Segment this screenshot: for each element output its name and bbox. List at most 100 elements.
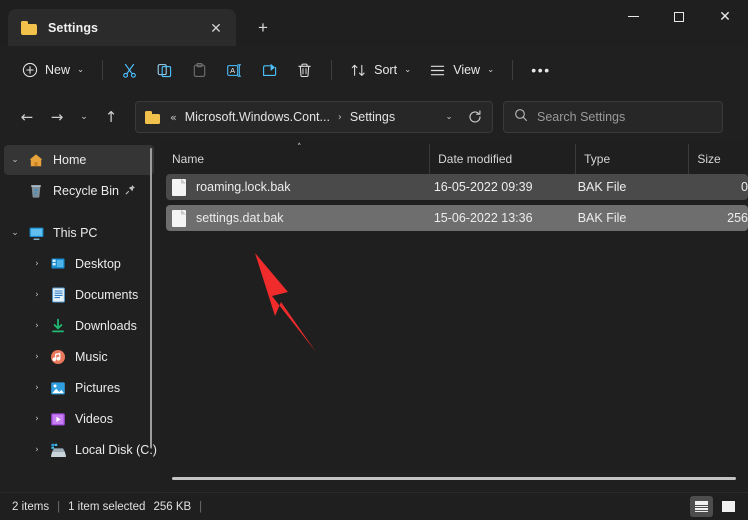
rename-button[interactable]: A [217,54,252,86]
address-dropdown-icon[interactable]: ⌄ [436,104,462,130]
status-bar: 2 items | 1 item selected 256 KB | [0,492,748,520]
window-controls: ✕ [610,0,748,33]
search-input[interactable]: Search Settings [537,110,625,124]
sidebar-scrollbar[interactable] [150,148,152,448]
address-bar-actions: ⌄ [436,104,488,130]
column-header-date-modified[interactable]: Date modified [429,144,575,174]
details-view-button[interactable] [690,496,713,517]
sort-label: Sort [374,63,397,77]
view-icon [429,62,446,79]
tab-settings[interactable]: Settings ✕ [8,9,236,46]
sidebar-item-videos[interactable]: › Videos [4,404,154,434]
details-view-icon [695,501,708,512]
share-button[interactable] [252,54,287,86]
close-window-button[interactable]: ✕ [702,0,748,33]
explorer-body: ⌄ Home Recycle Bin ⌄ T [0,140,748,492]
back-button[interactable]: ← [12,102,42,132]
breadcrumb-item-settings[interactable]: Settings [348,107,397,127]
desktop-icon [48,256,68,272]
chevron-right-icon[interactable]: › [26,445,48,455]
forward-button[interactable]: → [42,102,72,132]
breadcrumb-overflow-icon[interactable]: « [168,111,183,124]
downloads-icon [48,318,68,334]
status-separator-2: | [199,501,202,513]
sidebar-item-local-disk-c[interactable]: › Local Disk (C:) [4,435,154,465]
minimize-button[interactable] [610,0,656,33]
chevron-down-icon[interactable]: ⌄ [4,228,26,238]
new-button[interactable]: New ⌄ [12,54,93,86]
sidebar-item-documents[interactable]: › Documents [4,280,154,310]
table-row[interactable]: roaming.lock.bak 16-05-2022 09:39 BAK Fi… [166,174,748,200]
column-header-type[interactable]: Type [575,144,688,174]
sort-button[interactable]: Sort ⌄ [341,54,420,86]
music-icon [48,349,68,365]
large-icons-view-button[interactable] [717,496,740,517]
copy-button[interactable] [147,54,182,86]
chevron-right-icon[interactable]: › [26,259,48,269]
breadcrumb-bar[interactable]: « Microsoft.Windows.Cont... › Settings ⌄ [135,101,493,133]
file-type: BAK File [578,211,690,225]
sidebar-label: Local Disk (C:) [75,443,157,457]
search-icon [514,108,528,127]
chevron-right-icon[interactable]: › [26,383,48,393]
breadcrumb-separator-icon: › [332,112,348,123]
up-button[interactable]: ↑ [96,102,126,132]
chevron-down-icon: ⌄ [404,65,411,75]
sidebar-item-desktop[interactable]: › Desktop [4,249,154,279]
refresh-icon[interactable] [462,104,488,130]
file-name: roaming.lock.bak [196,180,434,194]
local-disk-icon [48,442,68,458]
chevron-right-icon[interactable]: › [26,352,48,362]
sidebar-item-pictures[interactable]: › Pictures [4,373,154,403]
file-explorer-window: Settings ✕ + ✕ New ⌄ [0,0,748,520]
cut-button[interactable] [112,54,147,86]
paste-button[interactable] [182,54,217,86]
trash-icon [296,62,313,79]
chevron-right-icon[interactable]: › [26,414,48,424]
close-tab-icon[interactable]: ✕ [202,15,230,41]
navigation-pane: ⌄ Home Recycle Bin ⌄ T [0,140,160,492]
svg-text:A: A [230,66,235,75]
delete-button[interactable] [287,54,322,86]
horizontal-scrollbar[interactable] [172,477,736,480]
view-button[interactable]: View ⌄ [420,54,503,86]
sidebar-item-music[interactable]: › Music [4,342,154,372]
new-tab-button[interactable]: + [246,12,280,44]
sidebar-item-home[interactable]: ⌄ Home [4,145,154,175]
sidebar-item-recycle-bin[interactable]: Recycle Bin [4,176,154,206]
chevron-down-icon[interactable]: ⌄ [4,155,26,165]
search-box[interactable]: Search Settings [503,101,723,133]
file-size: 256 [689,211,748,225]
sort-icon [350,62,367,79]
selection-size: 256 KB [153,501,191,513]
sidebar-label: Downloads [75,319,137,333]
folder-icon [145,111,160,124]
toolbar-divider-2 [331,60,332,80]
more-options-button[interactable]: ••• [522,54,560,86]
sidebar-item-downloads[interactable]: › Downloads [4,311,154,341]
column-header-name[interactable]: Name ˄ [172,144,429,174]
toolbar-divider-3 [512,60,513,80]
status-separator: | [57,501,60,513]
file-list-pane: Name ˄ Date modified Type Size roaming.l… [160,140,748,492]
chevron-right-icon[interactable]: › [26,321,48,331]
chevron-right-icon[interactable]: › [26,290,48,300]
column-header-size[interactable]: Size [688,144,748,174]
documents-icon [48,287,68,303]
file-icon [172,210,186,227]
recent-locations-button[interactable]: ⌄ [72,102,96,132]
toolbar-divider [102,60,103,80]
breadcrumb-item-package[interactable]: Microsoft.Windows.Cont... [183,107,332,127]
pictures-icon [48,380,68,396]
new-label: New [45,63,70,77]
sort-ascending-icon: ˄ [297,143,302,153]
tab-label: Settings [48,21,202,35]
sidebar-item-this-pc[interactable]: ⌄ This PC [4,218,154,248]
file-name: settings.dat.bak [196,211,434,225]
sidebar-label: Recycle Bin [53,184,119,198]
file-date-modified: 15-06-2022 13:36 [434,211,578,225]
view-label: View [453,63,480,77]
table-row[interactable]: settings.dat.bak 15-06-2022 13:36 BAK Fi… [166,205,748,231]
recycle-bin-icon [26,183,46,199]
maximize-button[interactable] [656,0,702,33]
